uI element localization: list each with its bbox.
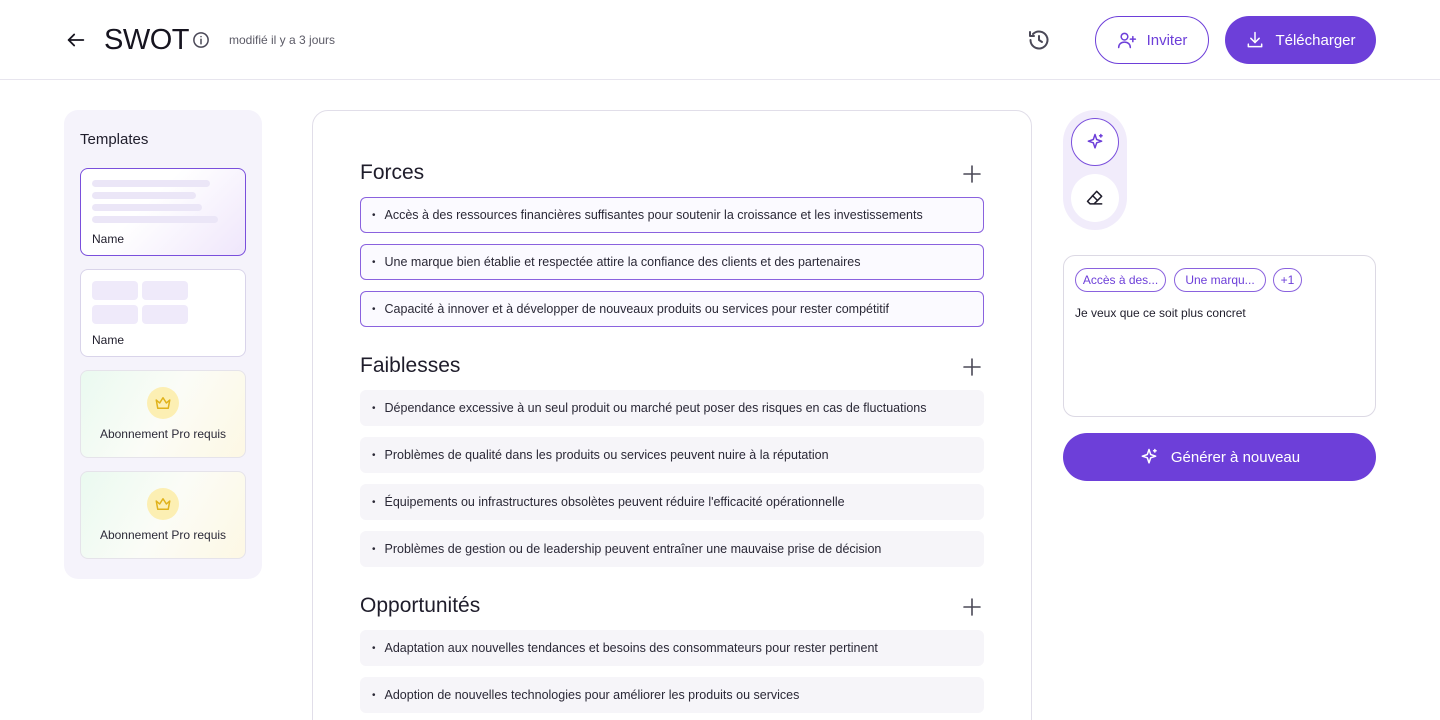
template-preview-block: [142, 281, 188, 300]
faiblesses-item[interactable]: • Dépendance excessive à un seul produit …: [360, 390, 984, 426]
item-text: Dépendance excessive à un seul produit o…: [384, 401, 927, 415]
download-label: Télécharger: [1275, 31, 1356, 49]
template-preview-block: [92, 281, 138, 300]
page-title: SWOT: [104, 24, 190, 56]
sparkle-icon: [1087, 133, 1103, 149]
forces-item[interactable]: • Capacité à innover et à développer de n…: [360, 291, 984, 327]
bullet: •: [372, 256, 376, 268]
context-chip[interactable]: Une marqu...: [1174, 268, 1266, 292]
item-text: Problèmes de gestion ou de leadership pe…: [384, 542, 882, 556]
template-preview-line: [92, 180, 210, 187]
template-name: Name: [92, 232, 125, 246]
modified-timestamp: modifié il y a 3 jours: [229, 33, 336, 47]
download-icon: [1248, 31, 1263, 48]
ai-prompt-box: Accès à des... Une marqu... +1 Je veux q…: [1063, 255, 1376, 417]
top-bar: SWOT modifié il y a 3 jours Inviter Télé…: [0, 0, 1440, 80]
opportunites-item[interactable]: • Adoption de nouvelles technologies pour…: [360, 677, 984, 713]
more-chips-badge[interactable]: +1: [1273, 268, 1302, 292]
bullet: •: [372, 642, 376, 654]
user-plus-icon: [1117, 32, 1136, 49]
template-preview-block: [142, 305, 188, 324]
ai-tool-switcher: [1063, 110, 1127, 230]
bullet: •: [372, 449, 376, 461]
crown-icon: [155, 498, 171, 510]
info-icon[interactable]: [192, 31, 210, 49]
sparkle-icon: [1141, 448, 1157, 464]
history-button[interactable]: [1026, 27, 1052, 53]
faiblesses-item[interactable]: • Problèmes de qualité dans les produits …: [360, 437, 984, 473]
item-text: Équipements ou infrastructures obsolètes…: [384, 495, 845, 509]
arrow-left-icon: [67, 33, 85, 47]
faiblesses-item[interactable]: • Équipements ou infrastructures obsolète…: [360, 484, 984, 520]
template-card-pro[interactable]: Abonnement Pro requis: [80, 471, 246, 559]
history-icon: [1029, 30, 1049, 50]
crown-badge: [147, 488, 179, 520]
item-text: Adaptation aux nouvelles tendances et be…: [384, 641, 878, 655]
faiblesses-item[interactable]: • Problèmes de gestion ou de leadership p…: [360, 531, 984, 567]
opportunites-item[interactable]: • Adaptation aux nouvelles tendances et b…: [360, 630, 984, 666]
invite-label: Inviter: [1146, 31, 1188, 49]
crown-icon: [155, 397, 171, 409]
pro-required-label: Abonnement Pro requis: [99, 427, 227, 441]
eraser-icon: [1086, 190, 1103, 205]
template-card-grid[interactable]: Name: [80, 269, 246, 357]
template-card-pro[interactable]: Abonnement Pro requis: [80, 370, 246, 458]
crown-badge: [147, 387, 179, 419]
item-text: Capacité à innover et à développer de no…: [384, 302, 889, 316]
prompt-input[interactable]: Je veux que ce soit plus concret: [1075, 306, 1365, 376]
templates-panel: Templates Name Name Abonnement Pro requi…: [64, 110, 262, 579]
back-button[interactable]: [62, 26, 90, 54]
regenerate-label: Générer à nouveau: [1170, 448, 1301, 466]
template-preview-block: [92, 305, 138, 324]
plus-icon[interactable]: [962, 597, 982, 617]
item-text: Adoption de nouvelles technologies pour …: [384, 688, 800, 702]
bullet: •: [372, 689, 376, 701]
ai-rewrite-button[interactable]: [1071, 118, 1119, 166]
item-text: Une marque bien établie et respectée att…: [384, 255, 861, 269]
forces-item[interactable]: • Une marque bien établie et respectée at…: [360, 244, 984, 280]
bullet: •: [372, 402, 376, 414]
templates-title: Templates: [80, 131, 149, 148]
template-preview-line: [92, 192, 196, 199]
download-button[interactable]: Télécharger: [1225, 16, 1376, 64]
template-preview-line: [92, 204, 202, 211]
item-text: Accès à des ressources financières suffi…: [384, 208, 923, 222]
template-name: Name: [92, 333, 125, 347]
template-preview-line: [92, 216, 218, 223]
plus-icon[interactable]: [962, 164, 982, 184]
section-title-opportunites: Opportunités: [360, 594, 481, 617]
bullet: •: [372, 496, 376, 508]
forces-item[interactable]: • Accès à des ressources financières suff…: [360, 197, 984, 233]
section-title-forces: Forces: [360, 161, 425, 184]
template-card-lines[interactable]: Name: [80, 168, 246, 256]
bullet: •: [372, 303, 376, 315]
eraser-button[interactable]: [1071, 174, 1119, 222]
bullet: •: [372, 209, 376, 221]
swot-document: Forces • Accès à des ressources financièr…: [312, 110, 1032, 720]
section-title-faiblesses: Faiblesses: [360, 354, 461, 377]
bullet: •: [372, 543, 376, 555]
invite-button[interactable]: Inviter: [1095, 16, 1209, 64]
item-text: Problèmes de qualité dans les produits o…: [384, 448, 829, 462]
pro-required-label: Abonnement Pro requis: [99, 528, 227, 542]
regenerate-button[interactable]: Générer à nouveau: [1063, 433, 1376, 481]
context-chip[interactable]: Accès à des...: [1075, 268, 1166, 292]
plus-icon[interactable]: [962, 357, 982, 377]
